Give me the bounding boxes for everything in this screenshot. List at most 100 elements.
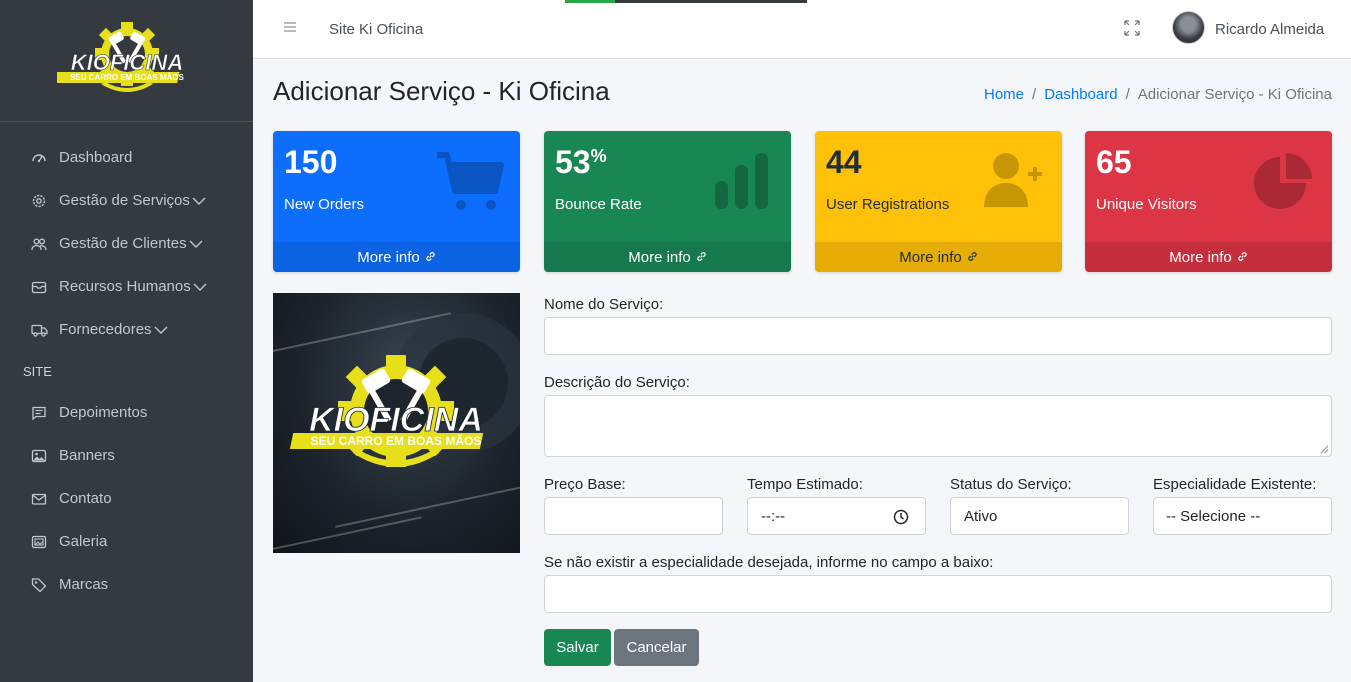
stat-label: Bounce Rate: [555, 196, 642, 213]
people-icon: [30, 235, 48, 253]
sidebar-item-label: Recursos Humanos: [59, 278, 191, 295]
more-info-link[interactable]: More info: [815, 242, 1062, 272]
nome-servico-input[interactable]: [544, 317, 1332, 355]
avatar[interactable]: [1172, 11, 1205, 44]
especialidade-label: Especialidade Existente:: [1153, 476, 1317, 493]
inbox-icon: [30, 278, 48, 296]
sidebar-item-dashboard[interactable]: Dashboard: [0, 136, 253, 179]
stat-value: 65: [1096, 144, 1132, 180]
kioficina-logo-icon: KIOFICINA SEU CARRO EM BOAS MÃOS: [289, 313, 520, 467]
kioficina-logo-icon: KIOFICINA SEU CARRO EM BOAS MÃOS: [56, 21, 184, 92]
cancel-button[interactable]: Cancelar: [614, 629, 699, 666]
status-servico-label: Status do Serviço:: [950, 476, 1072, 493]
tags-icon: [30, 576, 48, 594]
nova-especialidade-input[interactable]: [544, 575, 1332, 613]
chevron-down-icon[interactable]: [154, 325, 168, 335]
breadcrumb-separator: /: [1125, 86, 1130, 103]
tempo-estimado-input[interactable]: --:--: [747, 497, 926, 535]
stat-box-unique-visitors: 65 Unique Visitors More info: [1085, 131, 1332, 272]
chevron-down-icon[interactable]: [193, 282, 207, 292]
chevron-down-icon[interactable]: [189, 239, 203, 249]
user-plus-icon: [984, 151, 1044, 214]
site-link[interactable]: Site Ki Oficina: [329, 21, 423, 38]
sidebar-item-label: Fornecedores: [59, 321, 152, 338]
hamburger-menu-icon[interactable]: [283, 20, 297, 37]
sidebar-item-label: Dashboard: [59, 149, 133, 166]
descricao-servico-label: Descrição do Serviço:: [544, 374, 690, 391]
link-icon: [967, 249, 978, 266]
sidebar-item-gestao-clientes[interactable]: Gestão de Clientes: [0, 222, 253, 265]
tempo-estimado-label: Tempo Estimado:: [747, 476, 863, 493]
brand-logo[interactable]: KIOFICINA SEU CARRO EM BOAS MÃOS: [0, 0, 253, 122]
envelope-icon: [30, 490, 48, 508]
save-button[interactable]: Salvar: [544, 629, 611, 666]
stat-value: 150: [284, 144, 338, 180]
more-info-link[interactable]: More info: [544, 242, 791, 272]
stat-label: Unique Visitors: [1096, 196, 1197, 213]
svg-text:SEU CARRO EM BOAS MÃOS: SEU CARRO EM BOAS MÃOS: [70, 73, 184, 82]
breadcrumb-home[interactable]: Home: [984, 86, 1024, 103]
sidebar-item-banners[interactable]: Banners: [0, 434, 253, 477]
sidebar-item-marcas[interactable]: Marcas: [0, 563, 253, 606]
especialidade-select[interactable]: -- Selecione --: [1153, 497, 1332, 535]
user-name[interactable]: Ricardo Almeida: [1215, 21, 1324, 38]
link-icon: [696, 249, 707, 266]
sidebar-item-label: Marcas: [59, 576, 109, 593]
sidebar-item-label: Contato: [59, 490, 112, 507]
topbar: Site Ki Oficina Ricardo Almeida: [253, 0, 1351, 59]
resize-handle-icon[interactable]: [1320, 445, 1329, 454]
sidebar-item-galeria[interactable]: Galeria: [0, 520, 253, 563]
sidebar-item-label: Gestão de Serviços: [59, 192, 190, 209]
stat-label: New Orders: [284, 196, 365, 213]
breadcrumb-separator: /: [1032, 86, 1037, 103]
stat-box-new-orders: 150 New Orders More info: [273, 131, 520, 272]
link-icon: [1237, 249, 1248, 266]
nome-servico-label: Nome do Serviço:: [544, 296, 664, 313]
preco-base-label: Preço Base:: [544, 476, 626, 493]
image-icon: [30, 447, 48, 465]
stat-value: 53%: [555, 144, 607, 180]
sidebar-nav: Dashboard Gestão de Serviços Gestão de C…: [0, 122, 253, 606]
loading-bar: [565, 0, 807, 3]
svg-text:SEU CARRO EM BOAS MÃOS: SEU CARRO EM BOAS MÃOS: [311, 433, 482, 448]
sidebar-item-recursos-humanos[interactable]: Recursos Humanos: [0, 265, 253, 308]
fullscreen-icon[interactable]: [1123, 19, 1141, 42]
sidebar-item-contato[interactable]: Contato: [0, 477, 253, 520]
link-icon: [425, 249, 436, 266]
chevron-down-icon[interactable]: [192, 196, 206, 206]
sidebar-item-label: Galeria: [59, 533, 108, 550]
pie-chart-icon: [1254, 151, 1314, 216]
breadcrumb-current: Adicionar Serviço - Ki Oficina: [1137, 86, 1332, 103]
status-servico-input[interactable]: Ativo: [950, 497, 1129, 535]
nova-especialidade-label: Se não existir a especialidade desejada,…: [544, 554, 994, 571]
stat-box-bounce-rate: 53% Bounce Rate More info: [544, 131, 791, 272]
sidebar-item-depoimentos[interactable]: Depoimentos: [0, 391, 253, 434]
sidebar-item-label: Depoimentos: [59, 404, 148, 421]
breadcrumb: Home / Dashboard / Adicionar Serviço - K…: [984, 86, 1332, 103]
cart-icon: [435, 149, 505, 218]
truck-icon: [30, 321, 48, 339]
sidebar-section-header: SITE: [23, 363, 52, 379]
sidebar-item-label: Banners: [59, 447, 115, 464]
descricao-servico-textarea[interactable]: [544, 395, 1332, 457]
service-promo-image: KIOFICINA SEU CARRO EM BOAS MÃOS: [273, 293, 520, 553]
breadcrumb-dashboard[interactable]: Dashboard: [1044, 86, 1117, 103]
dashboard-gauge-icon: [30, 149, 48, 167]
stat-box-user-registrations: 44 User Registrations More info: [815, 131, 1062, 272]
chat-icon: [30, 404, 48, 422]
stat-label: User Registrations: [826, 196, 950, 213]
bar-chart-icon: [713, 151, 771, 216]
sidebar-item-fornecedores[interactable]: Fornecedores: [0, 308, 253, 351]
more-info-link[interactable]: More info: [273, 242, 520, 272]
stat-value: 44: [826, 144, 862, 180]
gear-icon: [30, 192, 48, 210]
page-title: Adicionar Serviço - Ki Oficina: [273, 76, 610, 106]
more-info-link[interactable]: More info: [1085, 242, 1332, 272]
sidebar: KIOFICINA SEU CARRO EM BOAS MÃOS Dashboa…: [0, 0, 253, 682]
sidebar-item-gestao-servicos[interactable]: Gestão de Serviços: [0, 179, 253, 222]
svg-text:KIOFICINA: KIOFICINA: [70, 50, 182, 75]
sidebar-item-label: Gestão de Clientes: [59, 235, 187, 252]
images-icon: [30, 533, 48, 551]
clock-icon[interactable]: [893, 509, 909, 525]
preco-base-input[interactable]: [544, 497, 723, 535]
